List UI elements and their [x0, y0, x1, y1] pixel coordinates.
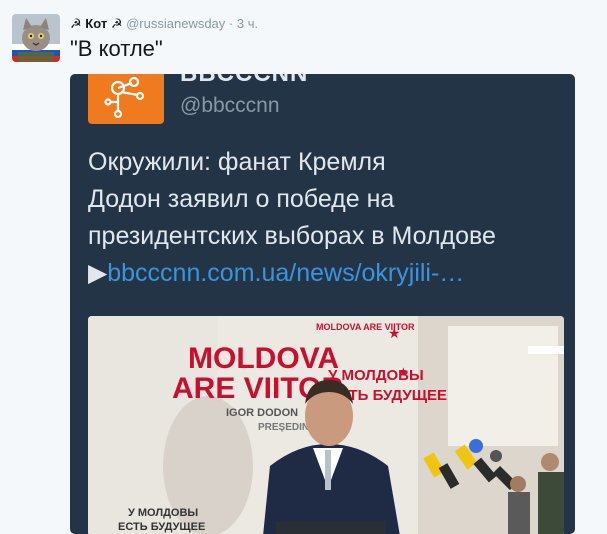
banner-subtext: ЕСТЬ БУДУЩЕЕ [118, 521, 205, 533]
author-name[interactable]: Кот [85, 16, 107, 31]
card-link-line: ▶bbcccnn.com.ua/news/okryjili-… [88, 255, 568, 292]
author-handle[interactable]: @russianewsday [126, 16, 225, 31]
separator: · [228, 16, 234, 31]
card-text-line: Окружили: фанат Кремля [88, 148, 386, 176]
banner-text: MOLDOVA [188, 342, 339, 375]
tweet-text: "В котле" [70, 36, 163, 61]
tweet-time[interactable]: 3 ч. [237, 16, 258, 31]
svg-text:★: ★ [398, 365, 409, 379]
svg-text:★: ★ [388, 325, 401, 341]
side-banner-text: У МОЛДОВЫ [328, 367, 424, 384]
tweet: ☭ Кот ☭ @russianewsday · 3 ч. "В котле" … [0, 0, 607, 534]
card-author-name[interactable]: BBCCCNN [180, 74, 308, 88]
news-photo[interactable]: MOLDOVA ARE VIITOR IGOR DODON PREȘEDINTE… [88, 316, 564, 534]
quoted-tweet-card[interactable]: BBCCCNN @bbcccnn Окружили: фанат Кремля … [70, 74, 575, 534]
banner-subtext: IGOR DODON [226, 407, 298, 419]
card-link[interactable]: bbcccnn.com.ua/news/okryjili-… [107, 259, 464, 287]
card-author-handle[interactable]: @bbcccnn [180, 94, 280, 118]
tweet-header: ☭ Кот ☭ @russianewsday · 3 ч. [70, 16, 258, 32]
hammer-sickle-icon: ☭ [110, 16, 123, 31]
hammer-sickle-icon: ☭ [70, 16, 82, 31]
card-text-line: президентских выборах в Молдове [88, 222, 496, 250]
card-text: Окружили: фанат Кремля Додон заявил о по… [88, 144, 568, 292]
user-avatar[interactable] [12, 14, 60, 62]
card-text-line: Додон заявил о победе на [88, 185, 395, 213]
banner-subtext: У МОЛДОВЫ [128, 507, 198, 519]
link-arrow-icon: ▶ [88, 259, 108, 287]
bbcccnn-logo[interactable] [88, 74, 164, 124]
